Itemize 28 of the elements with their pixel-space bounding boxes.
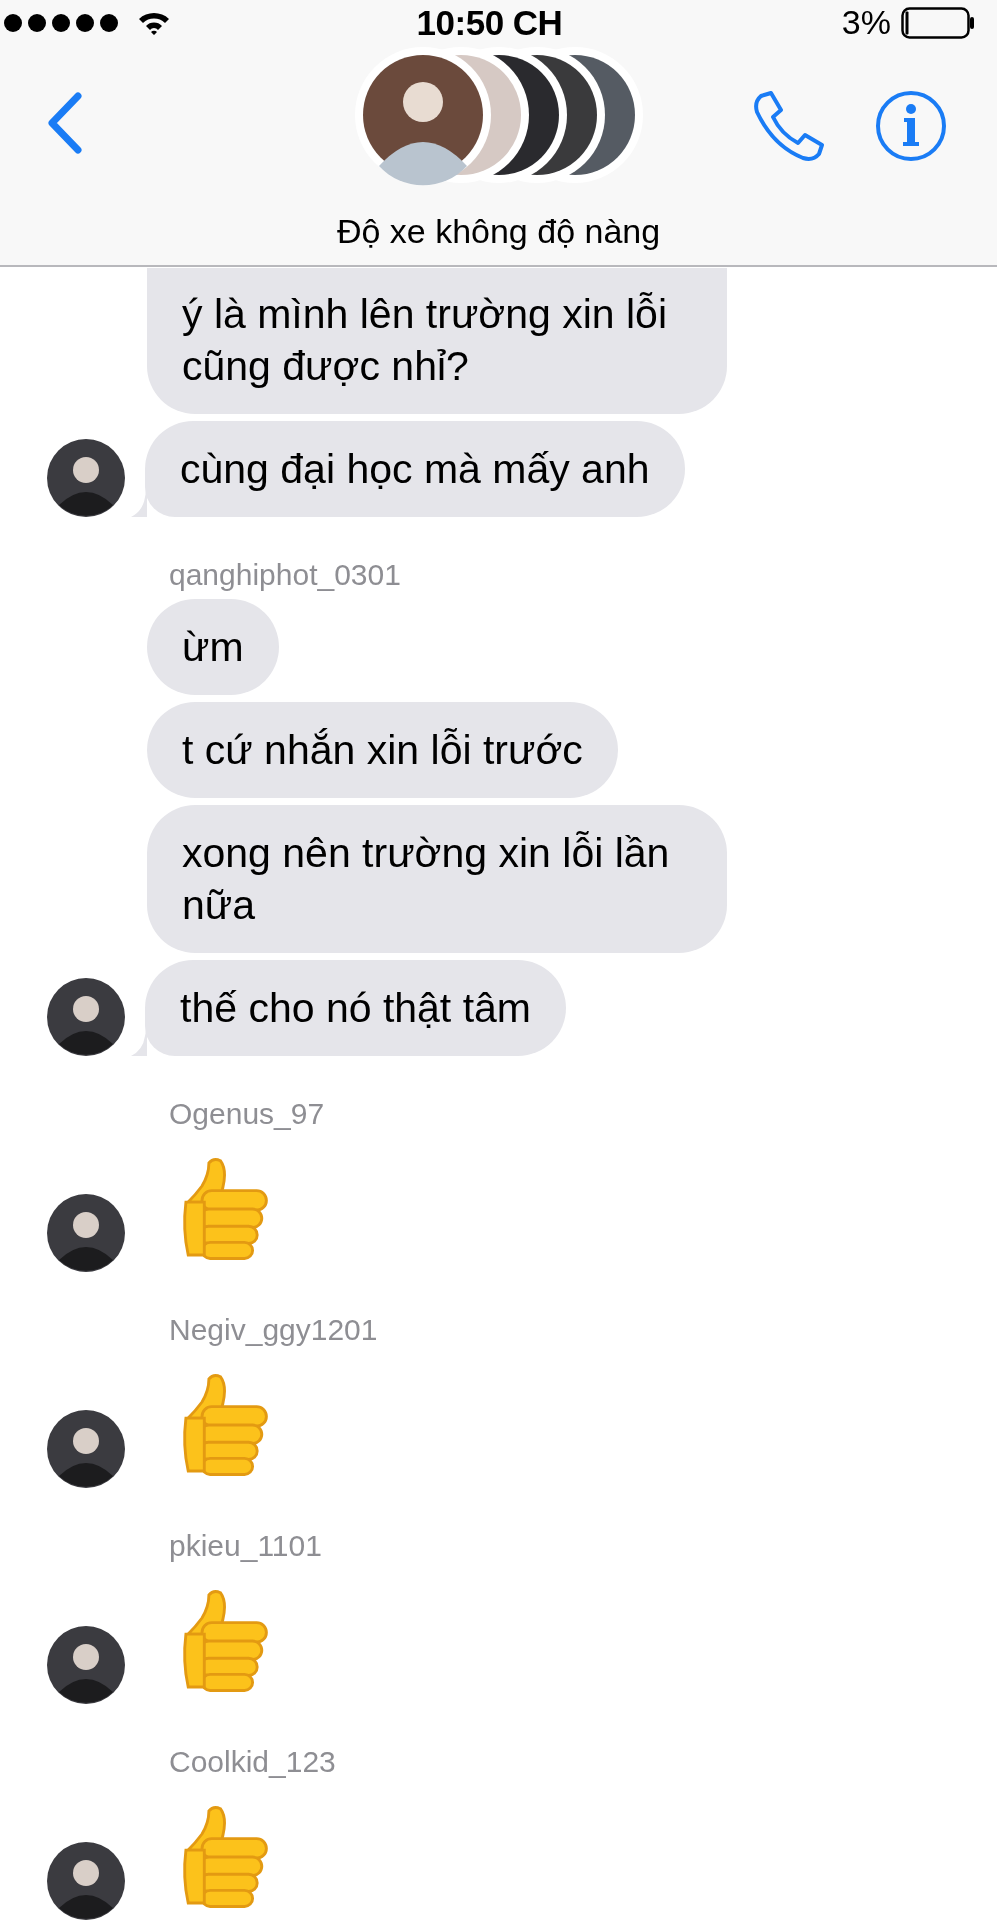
info-button[interactable]	[875, 90, 947, 162]
message-bubble: t cứ nhắn xin lỗi trước	[147, 702, 618, 798]
avatar[interactable]	[47, 1626, 125, 1704]
sender-name: Ogenus_97	[168, 1096, 326, 1132]
message-bubble: cùng đại học mà mấy anh	[145, 421, 685, 517]
call-button[interactable]	[751, 90, 825, 162]
sender-name: pkieu_1101	[168, 1528, 323, 1564]
message-bubble: ý là mình lên trường xin lỗi cũng được nhỉ?	[147, 268, 727, 414]
status-time: 10:50 CH	[416, 2, 563, 43]
sender-name: Coolkid_123	[168, 1744, 337, 1780]
group-avatars-drawing[interactable]	[353, 46, 644, 186]
avatar[interactable]	[47, 978, 125, 1056]
avatar[interactable]	[47, 1194, 125, 1272]
avatar[interactable]	[47, 1410, 125, 1488]
info-icon	[875, 90, 947, 162]
message-bubble: xong nên trường xin lỗi lần nữa	[147, 805, 727, 953]
battery-percent: 3%	[841, 3, 891, 42]
message-bubble: ừm	[147, 599, 279, 695]
phone-icon	[751, 90, 825, 162]
conversation-title: Độ xe không độ nàng	[336, 212, 661, 251]
sender-name: Negiv_ggy1201	[168, 1312, 379, 1348]
battery-icon	[901, 6, 975, 39]
avatar[interactable]	[47, 1842, 125, 1920]
signal-icon	[4, 13, 118, 32]
wifi-icon	[138, 10, 170, 35]
avatar[interactable]	[47, 439, 125, 517]
sender-name: qanghiphot_0301	[168, 557, 402, 593]
message-bubble: thế cho nó thật tâm	[145, 960, 566, 1056]
